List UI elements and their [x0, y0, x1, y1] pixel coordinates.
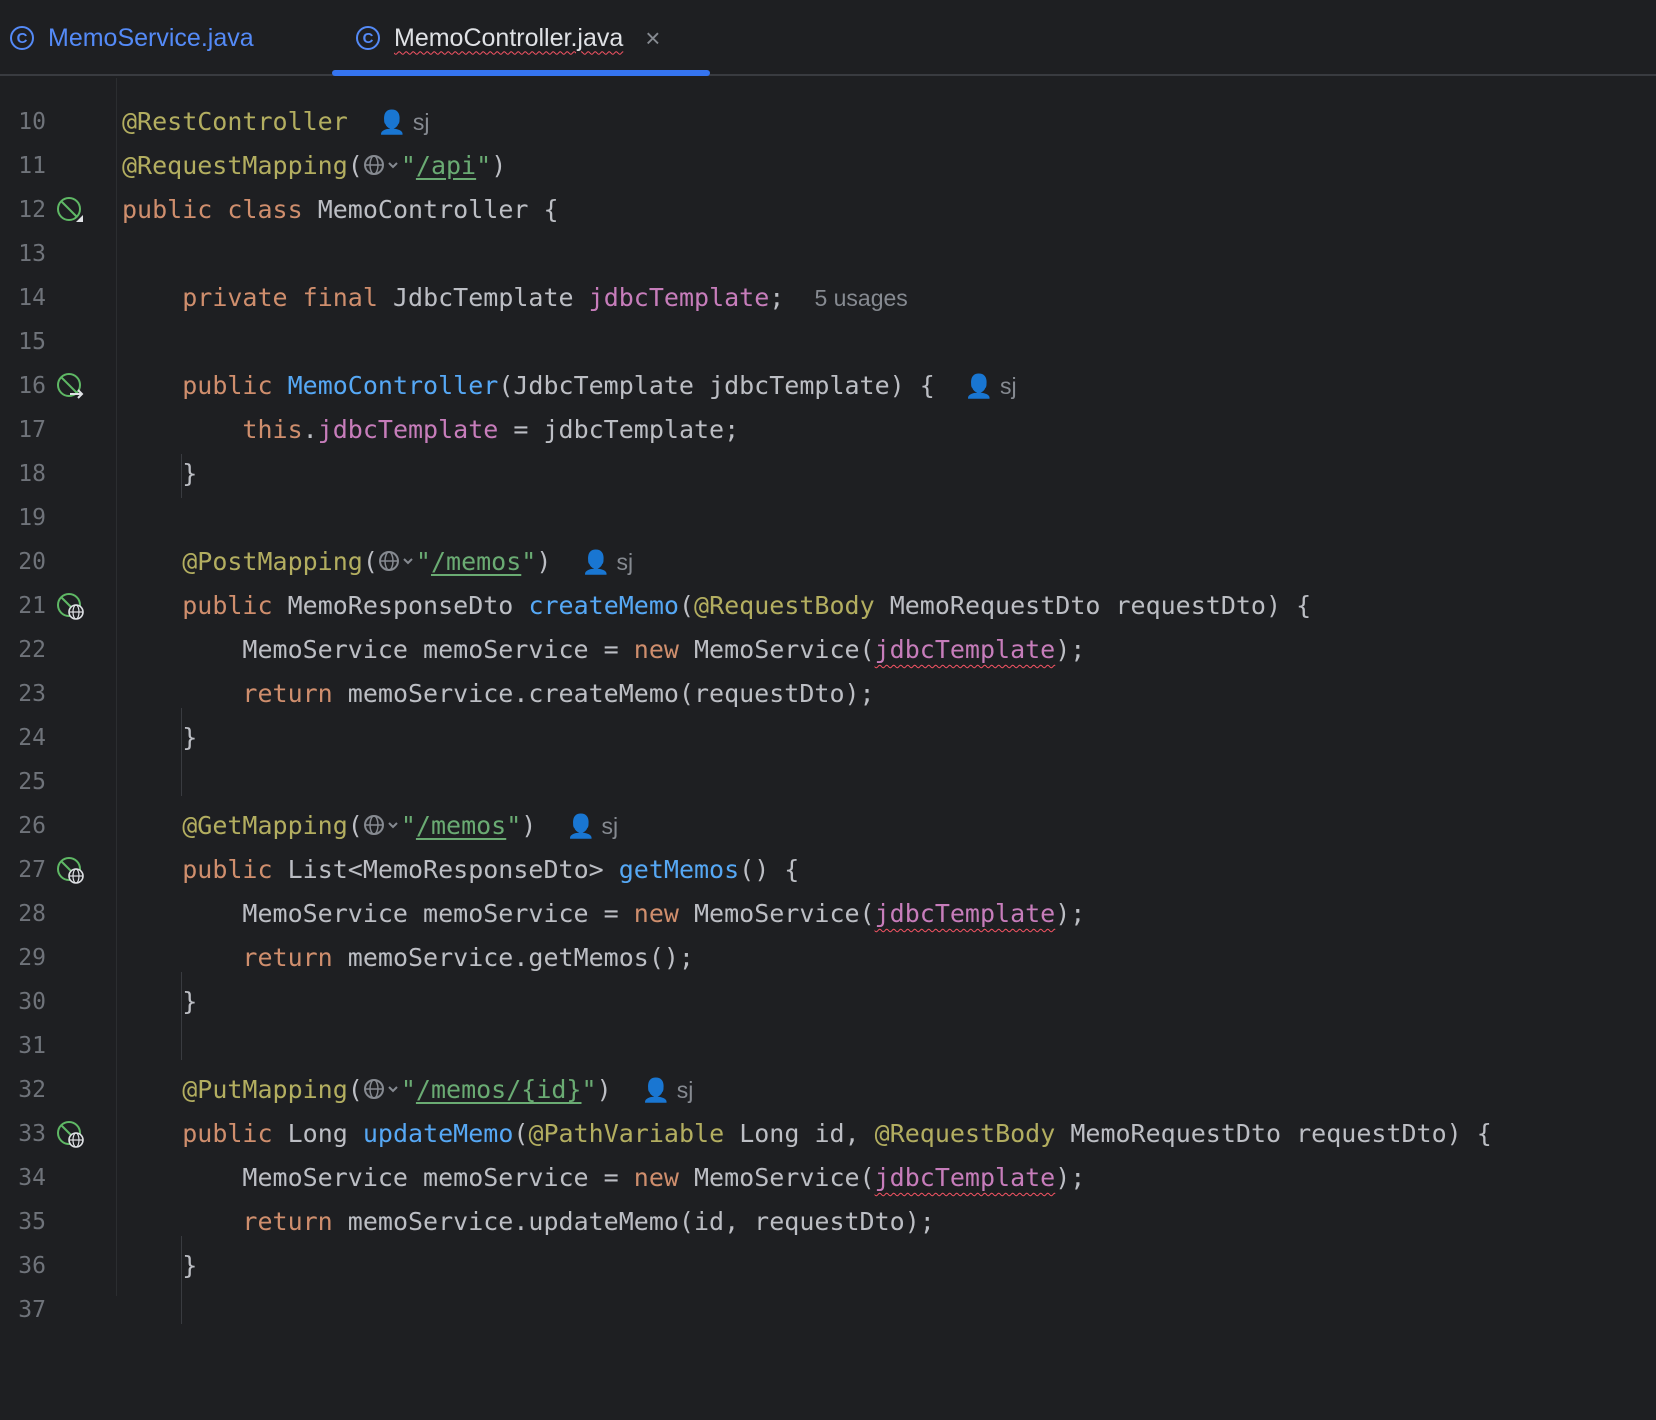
usages-hint[interactable]: 5 usages	[814, 285, 907, 311]
url-link[interactable]: /memos/{id}	[416, 1075, 582, 1104]
author-hint[interactable]: 👤 sj	[642, 1077, 694, 1103]
code-line: 20	[0, 496, 1656, 575]
bean-inject-icon[interactable]	[56, 372, 84, 400]
tab-label: MemoService.java	[48, 23, 254, 52]
bean-no-entry-icon[interactable]	[56, 196, 84, 224]
code-line: 10	[0, 56, 1656, 135]
code-line: 36 return memoService.updateMemo(id, req…	[0, 1200, 1656, 1279]
globe-icon[interactable]	[363, 813, 401, 837]
code-line: 15 private final JdbcTemplate jdbcTempla…	[0, 276, 1656, 355]
class-icon: C	[356, 26, 380, 50]
code-line: 26	[0, 760, 1656, 839]
code-line: 28 public List<MemoResponseDto> getMemos…	[0, 848, 1656, 927]
url-link[interactable]: /api	[416, 151, 476, 180]
code-line: 37 }	[0, 1244, 1656, 1323]
url-link[interactable]: /memos	[416, 811, 506, 840]
endpoint-globe-icon[interactable]	[56, 592, 84, 620]
code-line: 13 public class MemoController {	[0, 188, 1656, 267]
code-line: 32	[0, 1024, 1656, 1103]
endpoint-globe-icon[interactable]	[56, 1120, 84, 1148]
author-hint[interactable]: 👤 sj	[582, 549, 634, 575]
code-line: 27 @GetMapping("/memos") 👤 sj	[0, 804, 1656, 883]
code-line: 19 }	[0, 452, 1656, 531]
code-line: 17 public MemoController(JdbcTemplate jd…	[0, 364, 1656, 443]
error-underline[interactable]: jdbcTemplate	[875, 635, 1056, 664]
code-line: 35 MemoService memoService = new MemoSer…	[0, 1156, 1656, 1235]
close-icon[interactable]: ×	[645, 23, 660, 54]
globe-icon[interactable]	[363, 153, 401, 177]
author-hint[interactable]: 👤 sj	[566, 813, 618, 839]
globe-icon[interactable]	[378, 549, 416, 573]
code-line: 16	[0, 320, 1656, 399]
code-line: 12 @RequestMapping("/api")	[0, 144, 1656, 223]
user-icon: 👤	[566, 813, 596, 839]
code-line: 14	[0, 232, 1656, 311]
code-line: 18 this.jdbcTemplate = jdbcTemplate;	[0, 408, 1656, 487]
code-line: 11 @RestController 👤 sj	[0, 100, 1656, 179]
endpoint-globe-icon[interactable]	[56, 856, 84, 884]
error-underline[interactable]: jdbcTemplate	[875, 1163, 1056, 1192]
code-line: 24 return memoService.createMemo(request…	[0, 672, 1656, 751]
user-icon: 👤	[964, 373, 994, 399]
globe-icon[interactable]	[363, 1077, 401, 1101]
user-icon: 👤	[377, 109, 407, 135]
line-number: 37	[18, 1297, 46, 1323]
author-hint[interactable]: 👤 sj	[378, 109, 430, 135]
error-underline[interactable]: jdbcTemplate	[875, 899, 1056, 928]
code-line: 22 public MemoResponseDto createMemo(@Re…	[0, 584, 1656, 663]
annotation: @RestController	[122, 107, 348, 136]
code-line: 29 MemoService memoService = new MemoSer…	[0, 892, 1656, 971]
code-line: 25 }	[0, 716, 1656, 795]
code-line: 31 }	[0, 980, 1656, 1059]
code-editor[interactable]: 10 11 @RestController 👤 sj 12 @RequestMa…	[0, 78, 1656, 1324]
code-line: 34 public Long updateMemo(@PathVariable …	[0, 1112, 1656, 1191]
code-line: 23 MemoService memoService = new MemoSer…	[0, 628, 1656, 707]
annotation: @RequestMapping	[122, 151, 348, 180]
class-icon: C	[10, 26, 34, 50]
code-line: 30 return memoService.getMemos();	[0, 936, 1656, 1015]
author-hint[interactable]: 👤 sj	[965, 373, 1017, 399]
url-link[interactable]: /memos	[431, 547, 521, 576]
code-line: 21 @PostMapping("/memos") 👤 sj	[0, 540, 1656, 619]
tab-label: MemoController.java	[394, 23, 624, 52]
user-icon: 👤	[641, 1077, 671, 1103]
user-icon: 👤	[581, 549, 611, 575]
code-line: 33 @PutMapping("/memos/{id}") 👤 sj	[0, 1068, 1656, 1147]
